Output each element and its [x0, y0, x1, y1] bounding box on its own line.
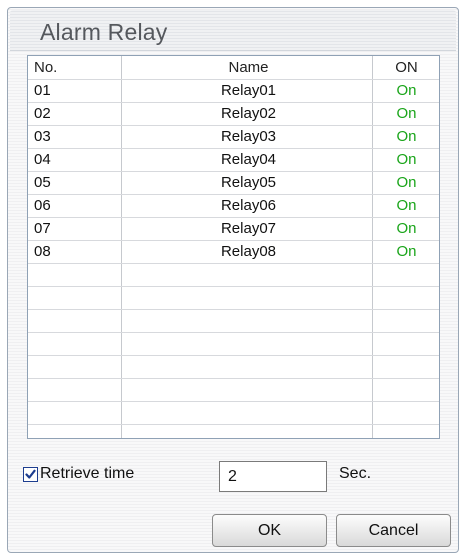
- cancel-button[interactable]: Cancel: [336, 514, 451, 547]
- row-name: Relay06: [220, 197, 277, 214]
- table-row[interactable]: 06 Relay06 On: [28, 194, 439, 218]
- empty-row: [28, 355, 439, 379]
- table-row[interactable]: 05 Relay05 On: [28, 171, 439, 195]
- row-name: Relay03: [220, 128, 277, 145]
- row-no: 04: [34, 151, 51, 168]
- table-row[interactable]: 08 Relay08 On: [28, 240, 439, 264]
- row-name: Relay05: [220, 174, 277, 191]
- retrieve-time-input[interactable]: [219, 461, 327, 492]
- row-name: Relay04: [220, 151, 277, 168]
- relay-table[interactable]: No. Name ON 01 Relay01 On 02 Relay02 On …: [27, 55, 440, 439]
- empty-row: [28, 286, 439, 310]
- retrieve-time-checkbox[interactable]: Retrieve time: [23, 465, 134, 483]
- row-status: On: [396, 197, 417, 214]
- empty-row: [28, 378, 439, 402]
- row-no: 05: [34, 174, 51, 191]
- title-bar: Alarm Relay: [10, 10, 456, 51]
- row-status: On: [396, 243, 417, 260]
- row-name: Relay01: [220, 82, 277, 99]
- row-no: 03: [34, 128, 51, 145]
- row-status: On: [396, 105, 417, 122]
- retrieve-time-label: Retrieve time: [40, 465, 135, 482]
- dialog-title: Alarm Relay: [40, 19, 168, 45]
- empty-row: [28, 332, 439, 356]
- table-row[interactable]: 02 Relay02 On: [28, 102, 439, 126]
- empty-row: [28, 263, 439, 287]
- row-name: Relay02: [220, 105, 277, 122]
- row-no: 01: [34, 82, 51, 99]
- row-no: 07: [34, 220, 51, 237]
- checkmark-icon: [25, 469, 36, 479]
- table-row[interactable]: 07 Relay07 On: [28, 217, 439, 241]
- row-no: 08: [34, 243, 51, 260]
- table-row[interactable]: 04 Relay04 On: [28, 148, 439, 172]
- row-no: 02: [34, 105, 51, 122]
- row-status: On: [396, 151, 417, 168]
- row-status: On: [396, 128, 417, 145]
- row-no: 06: [34, 197, 51, 214]
- header-name[interactable]: Name: [124, 59, 373, 76]
- table-row[interactable]: 01 Relay01 On: [28, 79, 439, 103]
- table-row[interactable]: 03 Relay03 On: [28, 125, 439, 149]
- empty-row: [28, 401, 439, 425]
- header-no[interactable]: No.: [34, 59, 57, 76]
- ok-button[interactable]: OK: [212, 514, 327, 547]
- table-header: No. Name ON: [28, 56, 439, 80]
- row-status: On: [396, 220, 417, 237]
- row-status: On: [396, 174, 417, 191]
- row-name: Relay07: [220, 220, 277, 237]
- seconds-unit-label: Sec.: [339, 465, 372, 482]
- empty-row: [28, 309, 439, 333]
- header-on[interactable]: ON: [373, 59, 439, 76]
- row-name: Relay08: [220, 243, 277, 260]
- row-status: On: [396, 82, 417, 99]
- checkbox-box[interactable]: [23, 466, 38, 482]
